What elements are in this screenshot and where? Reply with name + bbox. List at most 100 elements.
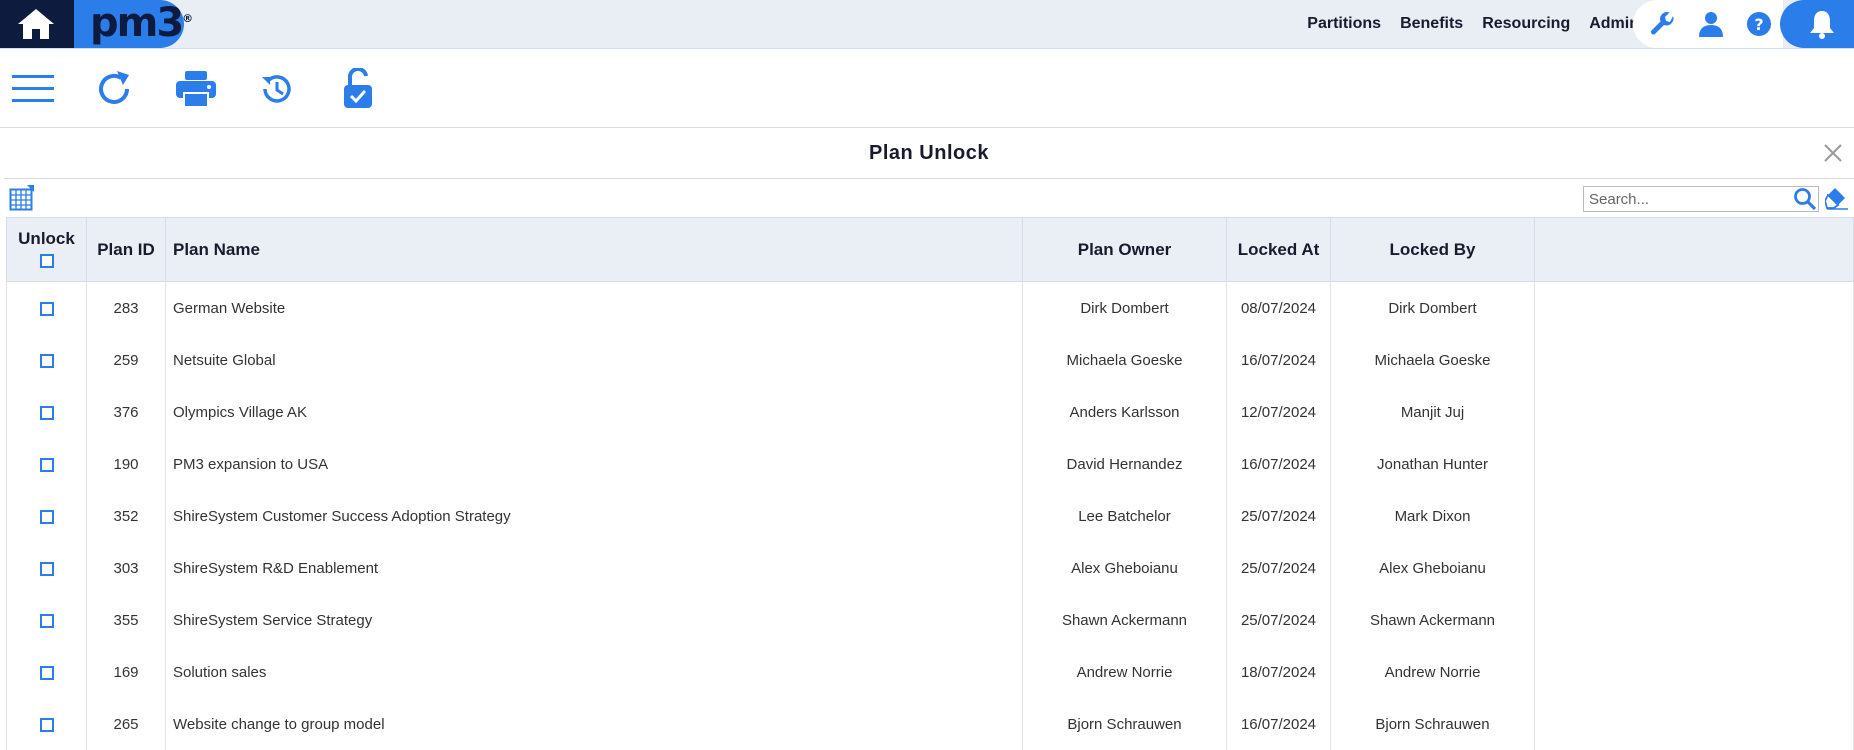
filler-cell [1535,282,1854,335]
locked-by-cell: Mark Dixon [1331,490,1535,542]
col-locked-at[interactable]: Locked At [1227,218,1331,282]
plan-owner-cell: David Hernandez [1023,438,1227,490]
locked-at-cell: 25/07/2024 [1227,594,1331,646]
table-row[interactable]: 190PM3 expansion to USADavid Hernandez16… [7,438,1854,490]
filler-cell [1535,490,1854,542]
table-row[interactable]: 352ShireSystem Customer Success Adoption… [7,490,1854,542]
bell-icon[interactable] [1806,8,1838,40]
filler-cell [1535,698,1854,750]
unlock-cell [7,594,87,646]
plan-id-cell: 352 [87,490,166,542]
table-row[interactable]: 283German WebsiteDirk Dombert08/07/2024D… [7,282,1854,335]
header-tools: ? [1633,0,1783,48]
plan-owner-cell: Michaela Goeske [1023,334,1227,386]
locked-at-cell: 25/07/2024 [1227,490,1331,542]
unlock-cell [7,542,87,594]
plan-owner-cell: Anders Karlsson [1023,386,1227,438]
unlock-checkbox[interactable] [40,302,54,316]
unlock-icon[interactable] [336,67,380,111]
plan-id-cell: 355 [87,594,166,646]
unlock-checkbox[interactable] [40,666,54,680]
refresh-icon[interactable] [92,67,136,111]
help-icon[interactable]: ? [1744,9,1774,39]
table-row[interactable]: 303ShireSystem R&D EnablementAlex Gheboi… [7,542,1854,594]
col-unlock-label: Unlock [8,229,85,249]
print-icon[interactable] [174,67,218,111]
locked-at-cell: 08/07/2024 [1227,282,1331,335]
col-locked-by[interactable]: Locked By [1331,218,1535,282]
filler-cell [1535,542,1854,594]
unlock-checkbox[interactable] [40,718,54,732]
col-plan-name[interactable]: Plan Name [166,218,1023,282]
unlock-checkbox[interactable] [40,562,54,576]
plan-name-cell: Website change to group model [166,698,1023,750]
nav-admin[interactable]: Admin [1589,15,1639,33]
plan-owner-cell: Lee Batchelor [1023,490,1227,542]
locked-by-cell: Dirk Dombert [1331,282,1535,335]
col-unlock: Unlock [7,218,87,282]
nav-resourcing[interactable]: Resourcing [1482,15,1570,33]
unlock-cell [7,386,87,438]
plan-name-cell: PM3 expansion to USA [166,438,1023,490]
locked-at-cell: 25/07/2024 [1227,542,1331,594]
home-block [0,0,75,48]
search-input[interactable] [1583,186,1819,212]
unlock-cell [7,646,87,698]
toolbar [0,49,1854,128]
plan-name-cell: Solution sales [166,646,1023,698]
search-icon[interactable] [1793,187,1817,211]
history-icon[interactable] [255,67,299,111]
table-row[interactable]: 265Website change to group modelBjorn Sc… [7,698,1854,750]
dialog-title: Plan Unlock [4,128,1854,178]
grid-columns-icon[interactable] [9,185,35,211]
nav-partitions[interactable]: Partitions [1307,15,1381,33]
logo[interactable]: pm3® [90,0,191,48]
filler-cell [1535,438,1854,490]
plan-id-cell: 259 [87,334,166,386]
unlock-checkbox[interactable] [40,458,54,472]
unlock-checkbox[interactable] [40,510,54,524]
table-row[interactable]: 259Netsuite GlobalMichaela Goeske16/07/2… [7,334,1854,386]
unlock-cell [7,282,87,335]
wrench-icon[interactable] [1648,9,1678,39]
table-row[interactable]: 376Olympics Village AKAnders Karlsson12/… [7,386,1854,438]
plan-id-cell: 265 [87,698,166,750]
col-plan-id[interactable]: Plan ID [87,218,166,282]
menu-icon[interactable] [11,67,55,111]
top-bar: pm3® Partitions Benefits Resourcing Admi… [0,0,1854,49]
plan-name-cell: ShireSystem Service Strategy [166,594,1023,646]
locked-by-cell: Andrew Norrie [1331,646,1535,698]
filler-cell [1535,646,1854,698]
unlock-checkbox[interactable] [40,406,54,420]
table-row[interactable]: 355ShireSystem Service StrategyShawn Ack… [7,594,1854,646]
notifications-block [1780,0,1854,48]
eraser-icon[interactable] [1825,186,1849,210]
table-header-row: Unlock Plan ID Plan Name Plan Owner Lock… [7,218,1854,282]
plan-name-cell: ShireSystem Customer Success Adoption St… [166,490,1023,542]
locked-by-cell: Michaela Goeske [1331,334,1535,386]
plan-id-cell: 283 [87,282,166,335]
locked-at-cell: 16/07/2024 [1227,698,1331,750]
locked-at-cell: 18/07/2024 [1227,646,1331,698]
user-icon[interactable] [1696,9,1726,39]
table-body: 283German Website Dirk Dombert08/07/2024 D… [7,282,1854,750]
col-plan-owner[interactable]: Plan Owner [1023,218,1227,282]
locked-by-cell: Shawn Ackermann [1331,594,1535,646]
filler-cell [1535,334,1854,386]
select-all-checkbox[interactable] [40,254,54,268]
nav-benefits[interactable]: Benefits [1400,15,1463,33]
plan-name-cell: Netsuite Global [166,334,1023,386]
locked-by-cell: Jonathan Hunter [1331,438,1535,490]
plan-name-cell: German Website [166,282,1023,335]
close-icon[interactable] [1820,140,1846,166]
plan-name-cell: ShireSystem R&D Enablement [166,542,1023,594]
unlock-checkbox[interactable] [40,614,54,628]
unlock-cell [7,334,87,386]
table-row[interactable]: 169Solution salesAndrew Norrie18/07/2024… [7,646,1854,698]
locked-by-cell: Alex Gheboianu [1331,542,1535,594]
home-icon[interactable] [14,6,58,42]
locked-at-cell: 16/07/2024 [1227,438,1331,490]
plan-owner-cell: Shawn Ackermann [1023,594,1227,646]
plan-name-cell: Olympics Village AK [166,386,1023,438]
unlock-checkbox[interactable] [40,354,54,368]
